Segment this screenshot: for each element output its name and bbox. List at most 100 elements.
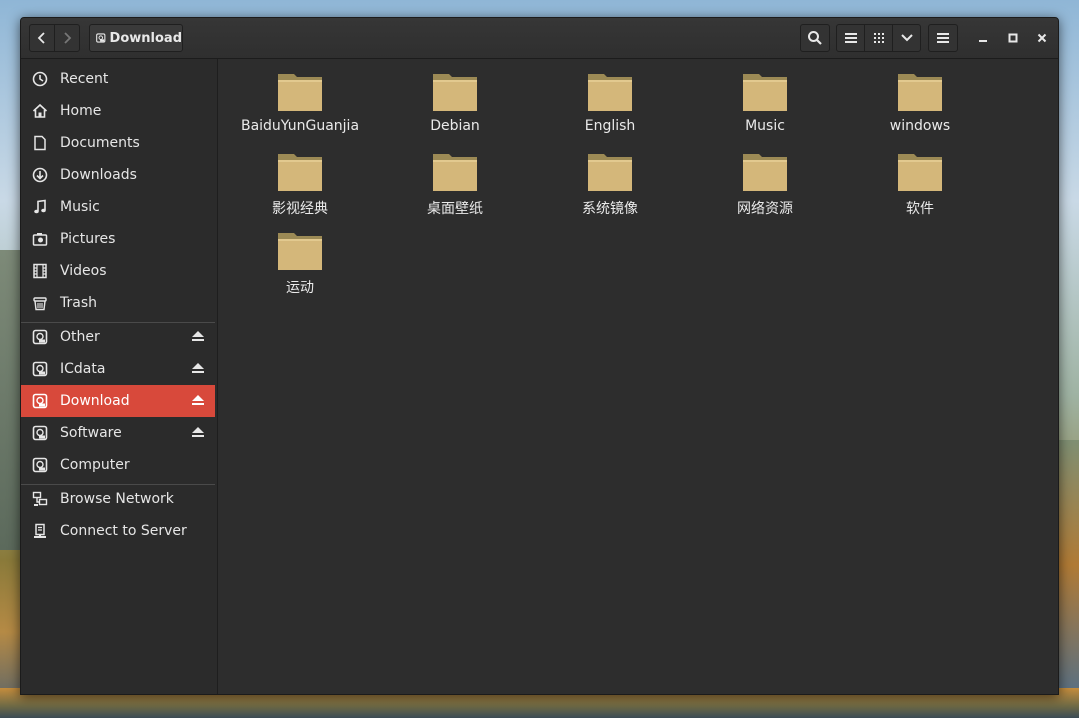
grid-view-button[interactable] xyxy=(864,24,893,52)
sidebar-item-label: Downloads xyxy=(60,167,137,183)
folder-name: 桌面壁纸 xyxy=(427,201,483,217)
sidebar-item-label: Music xyxy=(60,199,100,215)
sidebar-item-software[interactable]: Software xyxy=(21,417,215,449)
sidebar-item-other[interactable]: Other xyxy=(21,321,215,353)
eject-icon[interactable] xyxy=(191,329,205,343)
wallpaper-right xyxy=(1057,440,1079,690)
sidebar: Recent Home Documents Downloads Music Pi… xyxy=(21,59,218,694)
folder-name: 影视经典 xyxy=(272,201,328,217)
sidebar-item-label: Pictures xyxy=(60,231,116,247)
folder-name: 运动 xyxy=(286,280,314,296)
folder-item[interactable]: BaiduYunGuanjia xyxy=(225,70,375,148)
film-icon xyxy=(31,262,49,280)
maximize-button[interactable] xyxy=(1003,28,1023,48)
sidebar-item-label: Connect to Server xyxy=(60,523,187,539)
list-view-button[interactable] xyxy=(836,24,865,52)
folder-item[interactable]: 系统镜像 xyxy=(535,150,685,228)
sidebar-item-recent[interactable]: Recent xyxy=(21,63,215,95)
folder-name: 软件 xyxy=(906,201,934,217)
folder-name: windows xyxy=(889,118,951,134)
back-button[interactable] xyxy=(29,24,55,52)
sidebar-item-label: Software xyxy=(60,425,122,441)
maximize-icon xyxy=(1008,33,1018,43)
view-options-button[interactable] xyxy=(892,24,921,52)
home-icon xyxy=(31,102,49,120)
sidebar-item-connect-to-server[interactable]: Connect to Server xyxy=(21,515,215,547)
grid-view-icon xyxy=(873,33,884,43)
folder-icon xyxy=(433,74,477,111)
sidebar-item-downloads[interactable]: Downloads xyxy=(21,159,215,191)
folder-item[interactable]: 网络资源 xyxy=(690,150,840,228)
minimize-icon xyxy=(979,40,987,42)
drive-icon xyxy=(31,456,49,474)
trash-icon xyxy=(31,294,49,312)
hamburger-menu-icon xyxy=(937,33,949,43)
sidebar-item-label: Browse Network xyxy=(60,491,174,507)
clock-icon xyxy=(31,70,49,88)
app-menu-button[interactable] xyxy=(928,24,958,52)
sidebar-item-label: Trash xyxy=(60,295,97,311)
sidebar-item-icdata[interactable]: ICdata xyxy=(21,353,215,385)
document-icon xyxy=(31,134,49,152)
file-manager-window: Download Recent Home Documents Downloads… xyxy=(20,17,1059,695)
folder-icon xyxy=(743,154,787,191)
sidebar-item-label: Videos xyxy=(60,263,107,279)
folder-item[interactable]: English xyxy=(535,70,685,148)
network-icon xyxy=(31,490,49,508)
sidebar-item-download[interactable]: Download xyxy=(21,385,215,417)
headerbar: Download xyxy=(21,18,1058,59)
sidebar-item-label: Download xyxy=(60,393,130,409)
list-view-icon xyxy=(844,33,857,43)
folder-item[interactable]: 桌面壁纸 xyxy=(380,150,530,228)
forward-button[interactable] xyxy=(54,24,80,52)
folder-item[interactable]: windows xyxy=(845,70,995,148)
sidebar-item-label: Recent xyxy=(60,71,109,87)
sidebar-item-music[interactable]: Music xyxy=(21,191,215,223)
sidebar-item-label: Documents xyxy=(60,135,140,151)
sidebar-item-label: Computer xyxy=(60,457,130,473)
folder-icon xyxy=(588,154,632,191)
music-icon xyxy=(31,198,49,216)
chevron-down-icon xyxy=(900,34,913,42)
sidebar-item-computer[interactable]: Computer xyxy=(21,449,215,481)
folder-icon xyxy=(898,154,942,191)
close-button[interactable] xyxy=(1032,28,1052,48)
minimize-button[interactable] xyxy=(973,28,993,48)
eject-icon[interactable] xyxy=(191,393,205,407)
folder-icon xyxy=(278,74,322,111)
folder-icon xyxy=(588,74,632,111)
folder-item[interactable]: 运动 xyxy=(225,229,375,307)
folder-icon xyxy=(278,154,322,191)
folder-name: English xyxy=(584,118,636,134)
sidebar-item-documents[interactable]: Documents xyxy=(21,127,215,159)
folder-item[interactable]: 软件 xyxy=(845,150,995,228)
drive-icon xyxy=(31,392,49,410)
folder-item[interactable]: Debian xyxy=(380,70,530,148)
chevron-right-icon xyxy=(64,32,72,44)
folder-item[interactable]: Music xyxy=(690,70,840,148)
drive-icon xyxy=(31,328,49,346)
drive-icon xyxy=(31,360,49,378)
chevron-left-icon xyxy=(37,32,45,44)
drive-icon xyxy=(31,424,49,442)
download-icon xyxy=(31,166,49,184)
eject-icon[interactable] xyxy=(191,361,205,375)
folder-icon xyxy=(433,154,477,191)
search-button[interactable] xyxy=(800,24,830,52)
close-icon xyxy=(1037,33,1047,43)
drive-icon xyxy=(96,33,106,43)
sidebar-item-browse-network[interactable]: Browse Network xyxy=(21,483,215,515)
folder-icon xyxy=(743,74,787,111)
sidebar-item-videos[interactable]: Videos xyxy=(21,255,215,287)
server-icon xyxy=(31,522,49,540)
folder-name: 网络资源 xyxy=(737,201,793,217)
path-bar-current[interactable]: Download xyxy=(89,24,183,52)
folder-icon xyxy=(898,74,942,111)
eject-icon[interactable] xyxy=(191,425,205,439)
folder-name: BaiduYunGuanjia xyxy=(240,118,360,134)
sidebar-item-trash[interactable]: Trash xyxy=(21,287,215,319)
folder-item[interactable]: 影视经典 xyxy=(225,150,375,228)
sidebar-item-home[interactable]: Home xyxy=(21,95,215,127)
sidebar-item-pictures[interactable]: Pictures xyxy=(21,223,215,255)
sidebar-item-label: ICdata xyxy=(60,361,106,377)
